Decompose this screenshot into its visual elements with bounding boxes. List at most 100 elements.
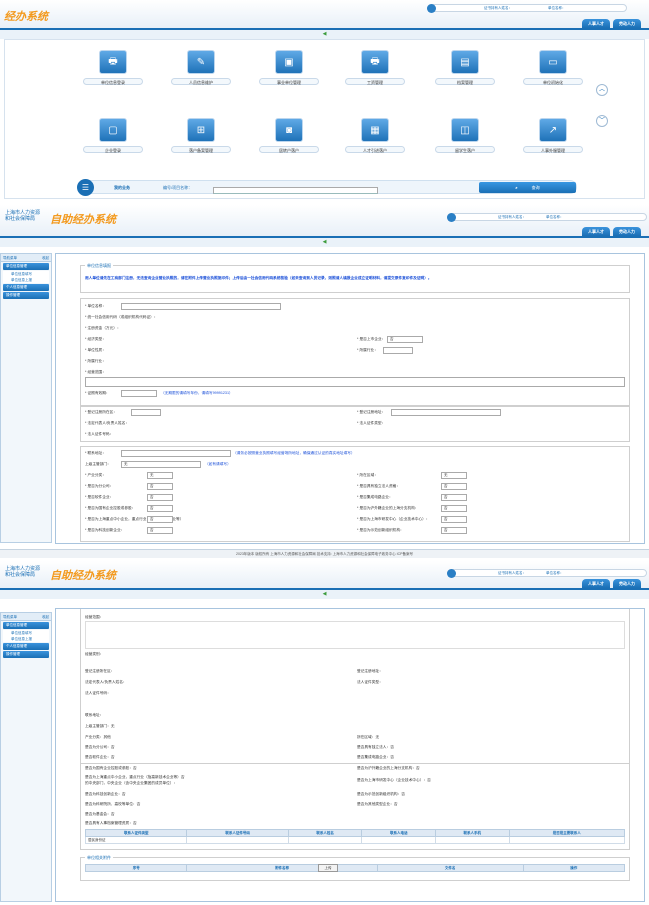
attachments-table: 序号 附件名称 文件名 操作 — [84, 864, 626, 872]
tile-label: 人员信息维护 — [171, 78, 231, 85]
field-label: * 是否软件企业： — [85, 495, 114, 499]
field-select[interactable]: 否 — [441, 494, 467, 501]
tile-5[interactable]: ▤ 档案管理 — [435, 50, 495, 85]
tile-12[interactable]: ↗ 人事外服管理 — [523, 118, 583, 153]
tile-9[interactable]: ◙ 居转户落户 — [259, 118, 319, 153]
tab-hr-talent[interactable]: 人事人才 — [582, 19, 610, 28]
calendar-icon: ▦ — [361, 118, 389, 142]
org-chart-icon: ⊞ — [187, 118, 215, 142]
portal-home: 经办系统 证书持有人姓名： 单位名称： 人事人才 劳动人力 ◀ 🖶 单位信息登录 ✎… — [0, 0, 649, 199]
attachments-fieldset: 单位相关附件 序号 附件名称 文件名 操作 — [80, 855, 630, 881]
tile-11[interactable]: ◫ 留学生落户 — [435, 118, 495, 153]
column-header: 联系人证件类型 — [84, 829, 188, 837]
sidebar-item-personal[interactable]: 个人信息管理 — [3, 284, 49, 291]
table-cell — [361, 836, 436, 844]
field-label: * 是否为沪外籍企业的上海分支机构： — [357, 506, 419, 510]
tab-hr-talent[interactable]: 人事人才 — [582, 227, 610, 236]
user-info-box: 证书持有人姓名： 单位名称： — [427, 4, 627, 13]
district-select[interactable] — [131, 409, 161, 416]
business-scope-text — [85, 621, 625, 649]
function-grid: 🖶 单位信息登录 ✎ 人员信息维护 ▣ 事业单位管理 🖶 工资管理 ▤ 档案管理 ▭ 单位初始化 ▢ 企业… — [4, 39, 645, 199]
field-select[interactable]: 否 — [147, 494, 173, 501]
column-header: 是否是主要联系人 — [508, 829, 626, 837]
tile-label: 落户备案管理 — [171, 146, 231, 153]
tab-hr-talent[interactable]: 人事人才 — [582, 579, 610, 588]
tab-labor[interactable]: 劳动人力 — [613, 19, 641, 28]
tile-label: 居转户落户 — [259, 146, 319, 153]
expire-input[interactable] — [121, 390, 157, 397]
tile-6[interactable]: ▭ 单位初始化 — [523, 50, 583, 85]
unit-name-label: 单位名称： — [548, 6, 566, 10]
monitor-chat-icon: ▣ — [275, 50, 303, 74]
field-select[interactable]: 否 — [147, 516, 173, 523]
field-select[interactable]: 否 — [441, 527, 467, 534]
tile-2[interactable]: ✎ 人员信息维护 — [171, 50, 231, 85]
user-icon — [447, 569, 456, 578]
header-3: 上海市人力资源 和社会保障局 自助经办系统 证书持有人姓名： 单位名称： 人事人才… — [0, 561, 649, 601]
field-select[interactable]: 否 — [147, 483, 173, 490]
edit-icon: ✎ — [187, 50, 215, 74]
column-header: 联系人证件号码 — [186, 829, 289, 837]
field-select[interactable]: 否 — [441, 516, 467, 523]
field-label: * 产业分类： — [85, 473, 106, 477]
scroll-up-button[interactable]: ︿ — [596, 84, 608, 96]
tile-3[interactable]: ▣ 事业单位管理 — [259, 50, 319, 85]
collapse-arrow[interactable]: ◀ — [0, 590, 649, 599]
upload-button[interactable]: 上传 — [318, 864, 338, 872]
printer-icon: 🖶 — [361, 50, 389, 74]
sidebar-sub-report[interactable]: 单位信息上报 — [3, 277, 49, 283]
tile-1[interactable]: 🖶 单位信息登录 — [83, 50, 143, 85]
field-label: * 是否具有独立法人资格： — [357, 484, 401, 488]
tile-label: 事业单位管理 — [259, 78, 319, 85]
header-2: 上海市人力资源 和社会保障局 自助经办系统 证书持有人姓名： 单位名称： 人事人才… — [0, 205, 649, 250]
address-input[interactable] — [121, 450, 231, 457]
field-label: * 是否集成电路企业： — [357, 495, 393, 499]
sidebar-item-unit[interactable]: 单位信息管理 — [3, 622, 49, 629]
field-label: * 是否为国有企业控股或参股： — [85, 506, 136, 510]
screen-icon: ▭ — [539, 50, 567, 74]
tile-8[interactable]: ⊞ 落户备案管理 — [171, 118, 231, 153]
tile-10[interactable]: ▦ 人才引进落户 — [345, 118, 405, 153]
business-scope-input[interactable] — [85, 377, 625, 387]
search-input[interactable] — [213, 187, 378, 194]
listed-select[interactable]: 否 — [387, 336, 423, 343]
field-label: * 是否为示范创新组织机构： — [357, 528, 404, 532]
reg-address-input[interactable] — [391, 409, 501, 416]
nav-tabs: 人事人才 劳动人力 — [582, 227, 641, 236]
column-header: 联系人手机 — [435, 829, 510, 837]
scroll-down-button[interactable]: ﹀ — [596, 115, 608, 127]
field-label: * 是否为上海市研发中心（企业技术中心）： — [357, 517, 430, 521]
field-select[interactable]: 无 — [441, 472, 467, 479]
sidebar: 导航菜单 收起 单位信息管理 单位信息填写 单位信息上报 个人信息管理 操作管理 — [0, 612, 52, 902]
column-header: 联系人姓名 — [287, 829, 363, 837]
collapse-arrow[interactable]: ◀ — [0, 238, 649, 247]
user-name-label: 证书持有人姓名： — [484, 6, 512, 10]
tile-7[interactable]: ▢ 企业登录 — [83, 118, 143, 153]
user-icon — [427, 4, 436, 13]
tab-labor[interactable]: 劳动人力 — [613, 579, 641, 588]
tile-4[interactable]: 🖶 工资管理 — [345, 50, 405, 85]
monitor-icon: ▢ — [99, 118, 127, 142]
query-button[interactable]: ⌕ 查询 — [479, 182, 576, 193]
field-select[interactable]: 无 — [147, 472, 173, 479]
header: 经办系统 证书持有人姓名： 单位名称： 人事人才 劳动人力 — [0, 0, 649, 30]
tab-labor[interactable]: 劳动人力 — [613, 227, 641, 236]
collapse-arrow[interactable]: ◀ — [0, 30, 649, 39]
logo-system: 自助经办系统 — [50, 214, 116, 226]
computer-icon: ◫ — [451, 118, 479, 142]
column-header: 附件名称 — [186, 864, 378, 872]
search-label: 编号/项目名称： — [163, 185, 193, 190]
dept-input[interactable]: 无 — [121, 461, 201, 468]
sidebar-item-ops[interactable]: 操作管理 — [3, 292, 49, 299]
basic-fieldset: * 单位名称： * 统一社会信用代码（或组织机构代码证）： * 注册资金（万元）… — [80, 298, 630, 406]
field-select[interactable]: 否 — [441, 483, 467, 490]
unit-name-input[interactable] — [121, 303, 281, 310]
field-select[interactable]: 否 — [147, 505, 173, 512]
field-select[interactable]: 否 — [147, 527, 173, 534]
table-cell: 居民身份证 — [84, 836, 188, 844]
field-select[interactable]: 否 — [441, 505, 467, 512]
column-header: 联系人电话 — [361, 829, 436, 837]
sidebar-item-unit[interactable]: 单位信息管理 — [3, 263, 49, 270]
industry-select[interactable] — [383, 347, 413, 354]
id-card-icon: ▤ — [451, 50, 479, 74]
